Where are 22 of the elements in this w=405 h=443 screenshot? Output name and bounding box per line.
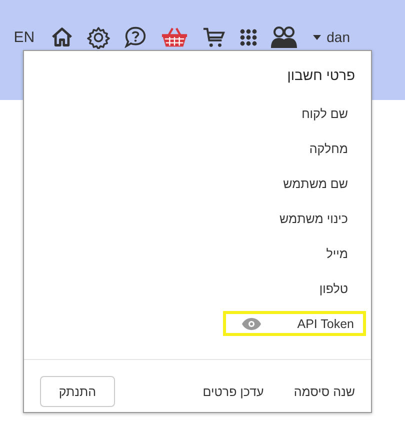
footer-link[interactable]: עדכן פרטים bbox=[202, 384, 264, 398]
basket-icon[interactable] bbox=[160, 25, 188, 49]
caret-icon bbox=[312, 34, 321, 40]
apps-grid-icon[interactable] bbox=[240, 28, 257, 46]
field-label: מייל bbox=[326, 246, 348, 260]
help-icon[interactable] bbox=[124, 26, 147, 48]
field-label: API Token bbox=[297, 316, 354, 330]
field-label: כינוי משתמש bbox=[280, 212, 348, 226]
field-label: שם לקוח bbox=[302, 106, 348, 120]
eye-icon[interactable] bbox=[242, 318, 262, 330]
footer-link[interactable]: שנה סיסמה bbox=[294, 384, 355, 398]
user-menu[interactable]: dan bbox=[312, 29, 350, 45]
settings-icon[interactable] bbox=[86, 26, 110, 48]
field-label: שם משתמש bbox=[283, 176, 348, 190]
home-icon[interactable] bbox=[50, 26, 73, 48]
field-label: מחלקה bbox=[309, 142, 348, 156]
logout-button[interactable]: התנתק bbox=[40, 376, 115, 407]
language-link[interactable]: EN bbox=[14, 28, 35, 46]
cart-icon[interactable] bbox=[202, 26, 226, 48]
field-label: טלפון bbox=[319, 282, 348, 296]
dropdown-title: פרטי חשבון bbox=[286, 66, 356, 85]
users-icon[interactable] bbox=[270, 26, 297, 48]
